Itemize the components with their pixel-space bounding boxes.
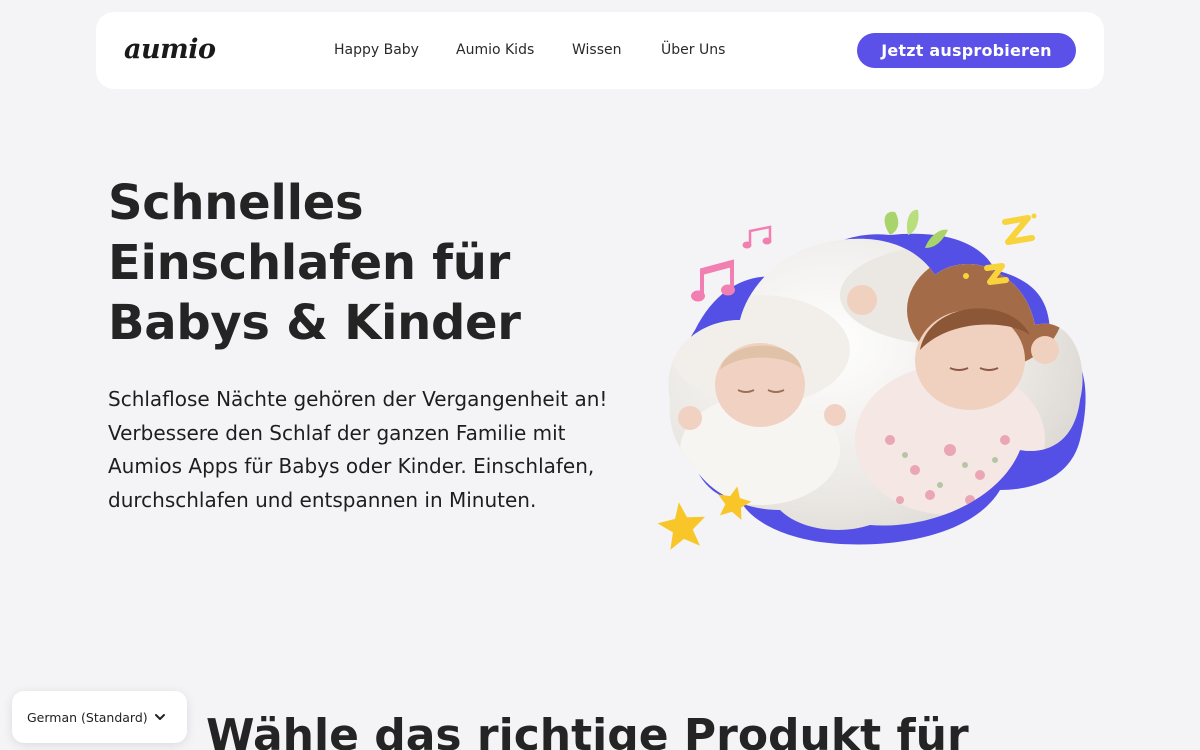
language-selector-value: German (Standard) <box>27 709 148 725</box>
page: aumio Happy Baby Aumio Kids Wissen Über … <box>0 0 1200 750</box>
product-section-title: Wähle das richtige Produkt für <box>206 710 969 750</box>
language-selector[interactable]: German (Standard) <box>12 691 187 743</box>
top-navigation: aumio Happy Baby Aumio Kids Wissen Über … <box>96 12 1104 89</box>
chevron-down-icon <box>154 711 166 723</box>
zzz-icon <box>984 215 1035 285</box>
hero-title: Schnelles Einschlafen für Babys & Kinder <box>108 175 521 351</box>
try-now-button[interactable]: Jetzt ausprobieren <box>857 33 1076 68</box>
nav-item-wissen[interactable]: Wissen <box>572 41 622 59</box>
nav-item-aumio-kids[interactable]: Aumio Kids <box>456 41 534 59</box>
sleeping-children-image <box>657 209 1086 550</box>
hero-description: Schlaflose Nächte gehören der Vergangenh… <box>108 387 608 512</box>
nav-item-ueber-uns[interactable]: Über Uns <box>661 41 725 59</box>
leaf-icon <box>906 209 919 235</box>
hero-illustration <box>650 200 1100 560</box>
star-icon <box>657 502 706 550</box>
nav-item-happy-baby[interactable]: Happy Baby <box>334 41 419 59</box>
leaf-icon <box>884 211 899 235</box>
music-note-icon <box>742 225 772 249</box>
